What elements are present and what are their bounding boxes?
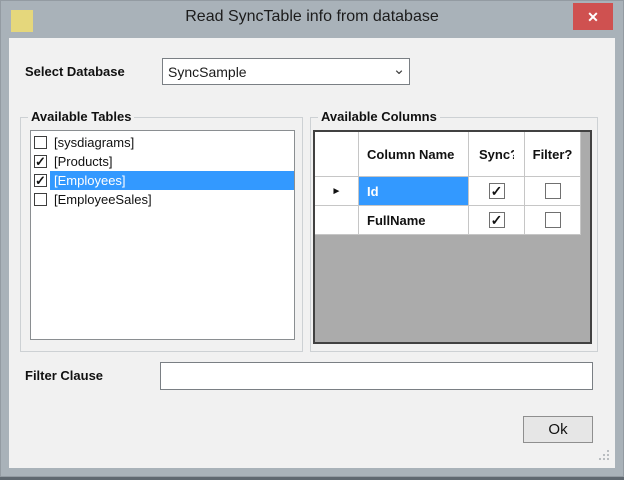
table-list-item[interactable]: [sysdiagrams] <box>31 133 294 152</box>
filter-checkbox[interactable] <box>545 212 561 228</box>
database-dropdown[interactable]: SyncSample ⌄ <box>162 58 410 85</box>
available-columns-label: Available Columns <box>318 109 440 124</box>
filter-clause-label: Filter Clause <box>25 368 103 383</box>
ok-button[interactable]: Ok <box>523 416 593 443</box>
database-dropdown-value: SyncSample <box>163 64 389 80</box>
close-button[interactable]: ✕ <box>573 3 613 30</box>
table-list-item[interactable]: ✓ [Products] <box>31 152 294 171</box>
sync-cell[interactable]: ✓ <box>469 177 525 206</box>
columns-grid[interactable]: Column Name Sync? Filter? ► Id ✓ <box>313 130 592 344</box>
sync-header[interactable]: Sync? <box>469 132 525 177</box>
ok-button-label: Ok <box>548 421 567 438</box>
filter-checkbox[interactable] <box>545 183 561 199</box>
column-name-header[interactable]: Column Name <box>359 132 469 177</box>
chevron-down-icon: ⌄ <box>389 65 409 79</box>
grid-corner-cell <box>315 132 359 177</box>
title-bar[interactable]: Read SyncTable info from database ✕ <box>0 0 624 38</box>
row-header-cell[interactable]: ► <box>315 177 359 206</box>
grid-row[interactable]: ► Id ✓ <box>315 177 590 206</box>
sync-header-label: Sync? <box>479 147 514 162</box>
table-checkbox[interactable]: ✓ <box>34 174 47 187</box>
window-title: Read SyncTable info from database <box>0 8 624 26</box>
table-checkbox[interactable] <box>34 193 47 206</box>
column-name-cell[interactable]: Id <box>359 177 469 206</box>
table-checkbox[interactable] <box>34 136 47 149</box>
filter-cell[interactable] <box>525 177 581 206</box>
table-list-item[interactable]: ✓ [Employees] <box>31 171 294 190</box>
table-name-label[interactable]: [Employees] <box>50 171 294 190</box>
row-header-cell[interactable] <box>315 206 359 235</box>
available-tables-label: Available Tables <box>28 109 134 124</box>
table-name-label[interactable]: [sysdiagrams] <box>50 133 294 152</box>
filter-header-label: Filter? <box>533 147 573 162</box>
table-name-label[interactable]: [EmployeeSales] <box>50 190 294 209</box>
column-name-header-label: Column Name <box>367 147 454 162</box>
sync-checkbox[interactable]: ✓ <box>489 183 505 199</box>
table-checkbox[interactable]: ✓ <box>34 155 47 168</box>
filter-header[interactable]: Filter? <box>525 132 581 177</box>
column-name-cell[interactable]: FullName <box>359 206 469 235</box>
table-name-label[interactable]: [Products] <box>50 152 294 171</box>
dialog-client-area: Select Database SyncSample ⌄ Available T… <box>9 38 615 468</box>
row-marker-icon: ► <box>332 186 342 197</box>
filter-cell[interactable] <box>525 206 581 235</box>
dialog-window: Read SyncTable info from database ✕ Sele… <box>0 0 624 480</box>
filter-clause-input[interactable] <box>160 362 593 390</box>
sync-cell[interactable]: ✓ <box>469 206 525 235</box>
grid-row[interactable]: FullName ✓ <box>315 206 590 235</box>
tables-listbox[interactable]: [sysdiagrams] ✓ [Products] ✓ [Employees]… <box>30 130 295 340</box>
grid-header-row: Column Name Sync? Filter? <box>315 132 590 177</box>
close-icon: ✕ <box>587 10 599 24</box>
select-database-label: Select Database <box>25 64 125 79</box>
resize-grip[interactable] <box>597 448 609 460</box>
table-list-item[interactable]: [EmployeeSales] <box>31 190 294 209</box>
sync-checkbox[interactable]: ✓ <box>489 212 505 228</box>
